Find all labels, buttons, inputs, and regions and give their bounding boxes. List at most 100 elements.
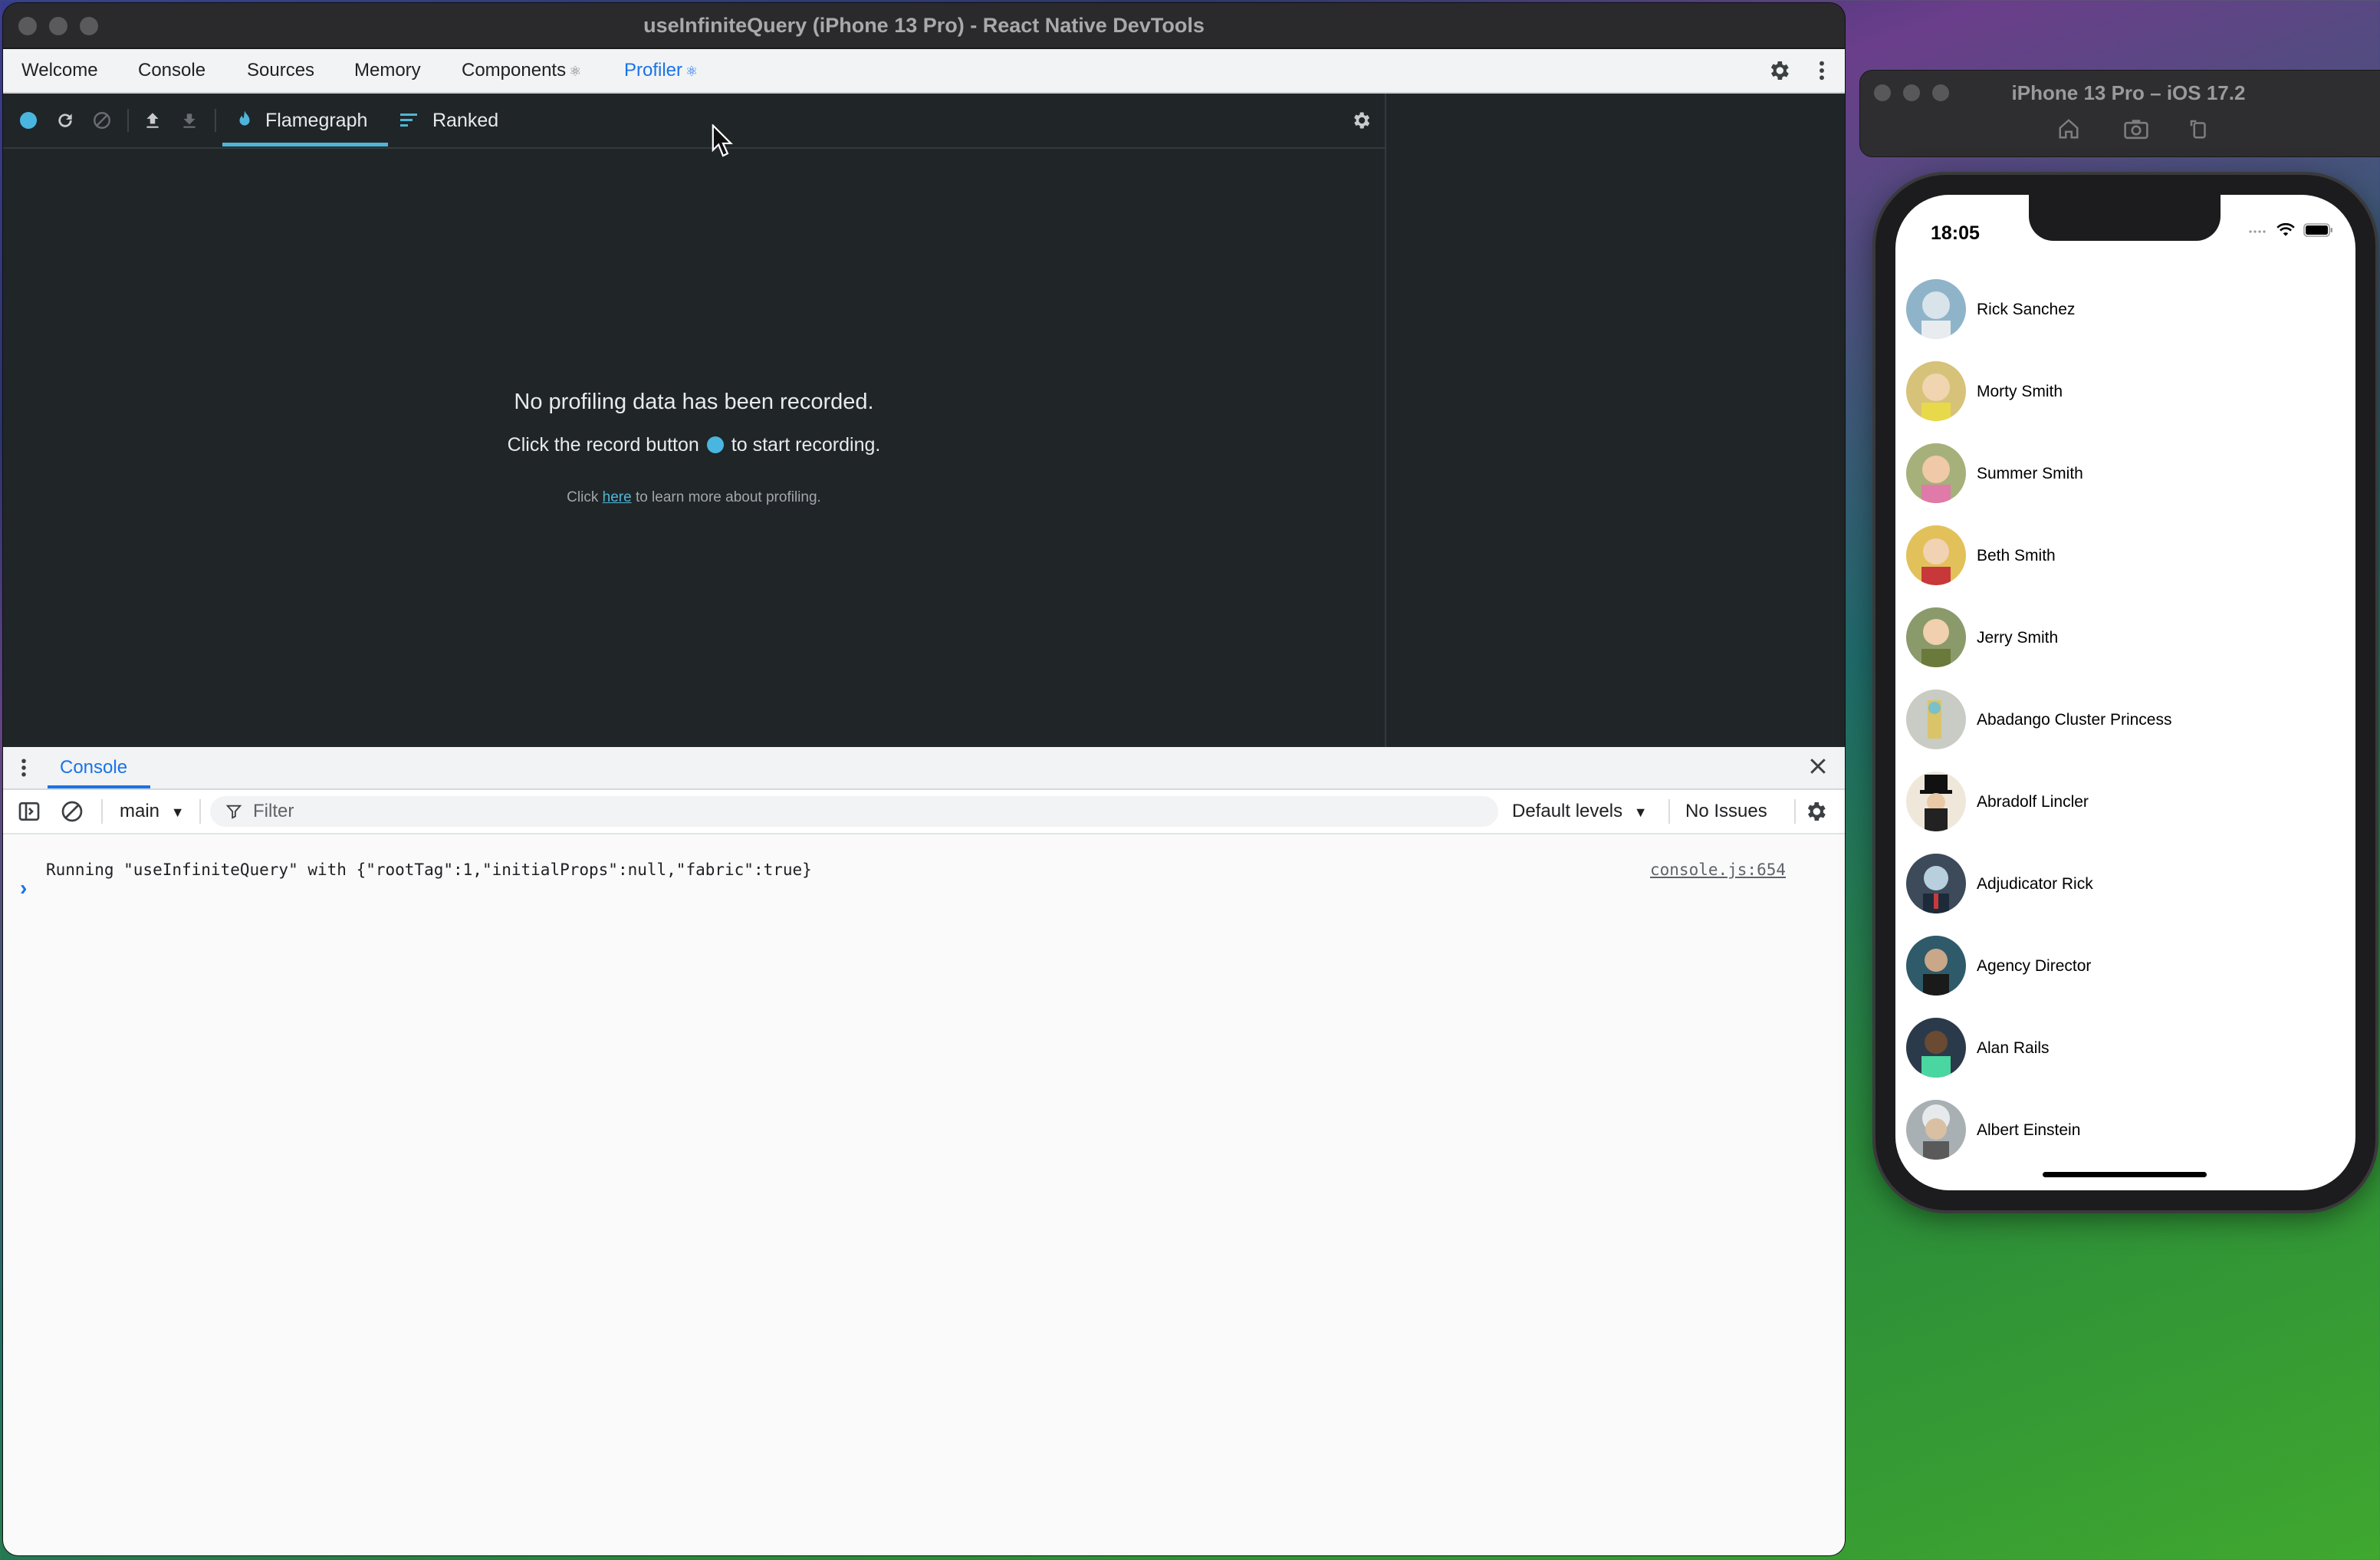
- filter-input[interactable]: Filter: [210, 796, 1498, 827]
- character-list[interactable]: Rick Sanchez Morty Smith Summer Smith Be…: [1895, 268, 2355, 1171]
- tab-label: Welcome: [21, 60, 98, 81]
- list-item[interactable]: Jerry Smith: [1895, 597, 2355, 679]
- list-item[interactable]: Abadango Cluster Princess: [1895, 679, 2355, 761]
- context-selector[interactable]: main ▼: [120, 790, 185, 833]
- tab-label: Sources: [247, 60, 315, 81]
- notch: [2029, 195, 2221, 241]
- save-profile-button[interactable]: [176, 107, 202, 133]
- drawer-tab-indicator: [48, 785, 150, 788]
- avatar: [1906, 1018, 1966, 1078]
- list-item[interactable]: Beth Smith: [1895, 515, 2355, 597]
- drawer-menu-icon[interactable]: [20, 756, 28, 783]
- avatar: [1906, 854, 1966, 913]
- mouse-cursor-icon: [712, 124, 733, 157]
- record-button[interactable]: [15, 107, 41, 133]
- close-drawer-icon[interactable]: [1806, 755, 1829, 782]
- tab-ranked[interactable]: Ranked: [400, 94, 498, 147]
- battery-icon: [2303, 223, 2332, 237]
- character-name: Rick Sanchez: [1977, 301, 2076, 318]
- list-item[interactable]: Albert Einstein: [1895, 1089, 2355, 1171]
- drawer-header: Console: [3, 747, 1845, 790]
- tab-flamegraph[interactable]: Flamegraph: [236, 94, 367, 147]
- tab-console[interactable]: Console: [138, 49, 205, 92]
- character-name: Abadango Cluster Princess: [1977, 711, 2172, 729]
- clear-console-icon[interactable]: [60, 799, 84, 828]
- tab-profiler[interactable]: Profiler ⚛: [624, 49, 698, 92]
- empty-sub-text: Click the record button: [507, 434, 699, 456]
- learn-more-link[interactable]: here: [603, 489, 632, 505]
- console-settings-icon[interactable]: [1803, 799, 1828, 828]
- tab-sources[interactable]: Sources: [247, 49, 314, 92]
- character-name: Alan Rails: [1977, 1039, 2050, 1057]
- title-bar: useInfiniteQuery (iPhone 13 Pro) - React…: [3, 3, 1845, 49]
- avatar: [1906, 772, 1966, 831]
- home-indicator[interactable]: [2043, 1172, 2207, 1177]
- tab-label: Ranked: [432, 110, 499, 131]
- react-icon: ⚛: [569, 64, 582, 79]
- upload-icon: [146, 113, 159, 128]
- screenshot-icon[interactable]: [2122, 115, 2150, 143]
- tab-label: Profiler: [624, 60, 683, 81]
- drawer-tab-console[interactable]: Console: [60, 747, 127, 788]
- load-profile-button[interactable]: [140, 107, 166, 133]
- list-item[interactable]: Rick Sanchez: [1895, 268, 2355, 351]
- toolbar-divider: [127, 109, 129, 132]
- list-item[interactable]: Summer Smith: [1895, 433, 2355, 515]
- list-item[interactable]: Morty Smith: [1895, 351, 2355, 433]
- character-name: Beth Smith: [1977, 547, 2056, 564]
- clear-profiling-button[interactable]: [89, 107, 115, 133]
- character-name: Morty Smith: [1977, 383, 2063, 400]
- more-options-icon[interactable]: [1806, 55, 1837, 86]
- empty-state-title: No profiling data has been recorded.: [514, 390, 874, 414]
- filter-icon: [225, 805, 242, 819]
- tab-memory[interactable]: Memory: [354, 49, 421, 92]
- character-name: Summer Smith: [1977, 465, 2083, 482]
- tab-label: Flamegraph: [265, 110, 368, 131]
- profiler-settings-button[interactable]: [1348, 107, 1374, 133]
- profiler-toolbar: Flamegraph Ranked: [3, 94, 1385, 149]
- character-name: Adjudicator Rick: [1977, 875, 2093, 893]
- gear-icon: [1354, 112, 1370, 129]
- log-levels-dropdown[interactable]: Default levels ▼: [1512, 790, 1648, 833]
- sidebar-divider: [1385, 94, 1386, 747]
- learn-more-text: Click here to learn more about profiling…: [3, 489, 1385, 506]
- character-name: Albert Einstein: [1977, 1121, 2081, 1139]
- toolbar-divider: [215, 109, 216, 132]
- console-log-source-link[interactable]: console.js:654: [1650, 861, 1786, 879]
- list-item[interactable]: Alan Rails: [1895, 1007, 2355, 1089]
- tab-components[interactable]: Components ⚛: [462, 49, 581, 92]
- status-time: 18:05: [1931, 222, 1980, 244]
- window-title: useInfiniteQuery (iPhone 13 Pro) - React…: [643, 14, 1205, 37]
- avatar: [1906, 689, 1966, 749]
- avatar: [1906, 607, 1966, 667]
- react-icon: ⚛: [685, 64, 699, 79]
- tab-welcome[interactable]: Welcome: [21, 49, 98, 92]
- list-item[interactable]: Abradolf Lincler: [1895, 761, 2355, 843]
- context-label: main: [120, 801, 160, 821]
- rotate-icon[interactable]: [2185, 115, 2213, 143]
- chevron-down-icon: ▼: [170, 805, 185, 820]
- phone-screen: 18:05 Rick Sanchez Morty Smith Summer Sm…: [1895, 195, 2355, 1190]
- learn-text: to learn more about profiling.: [635, 489, 821, 505]
- avatar: [1906, 525, 1966, 585]
- list-item[interactable]: Adjudicator Rick: [1895, 843, 2355, 925]
- empty-sub-text: to start recording.: [731, 434, 881, 456]
- levels-label: Default levels: [1512, 801, 1623, 821]
- settings-gear-icon[interactable]: [1764, 55, 1794, 86]
- reload-and-profile-button[interactable]: [52, 107, 78, 133]
- console-prompt[interactable]: ›: [20, 876, 27, 900]
- avatar: [1906, 443, 1966, 503]
- toolbar-separator: [1794, 799, 1796, 824]
- sidebar-toggle-icon[interactable]: [17, 799, 41, 828]
- home-icon[interactable]: [2055, 115, 2082, 143]
- download-icon: [183, 114, 196, 128]
- simulator-title: iPhone 13 Pro – iOS 17.2: [2011, 81, 2246, 104]
- list-item[interactable]: Agency Director: [1895, 925, 2355, 1007]
- iphone-frame: 18:05 Rick Sanchez Morty Smith Summer Sm…: [1875, 175, 2375, 1210]
- issues-button[interactable]: No Issues: [1685, 790, 1767, 833]
- avatar: [1906, 936, 1966, 996]
- learn-text: Click: [567, 489, 599, 505]
- toolbar-separator: [199, 799, 201, 824]
- profiler-panel: Flamegraph Ranked No profiling data has …: [3, 94, 1845, 747]
- avatar: [1906, 361, 1966, 421]
